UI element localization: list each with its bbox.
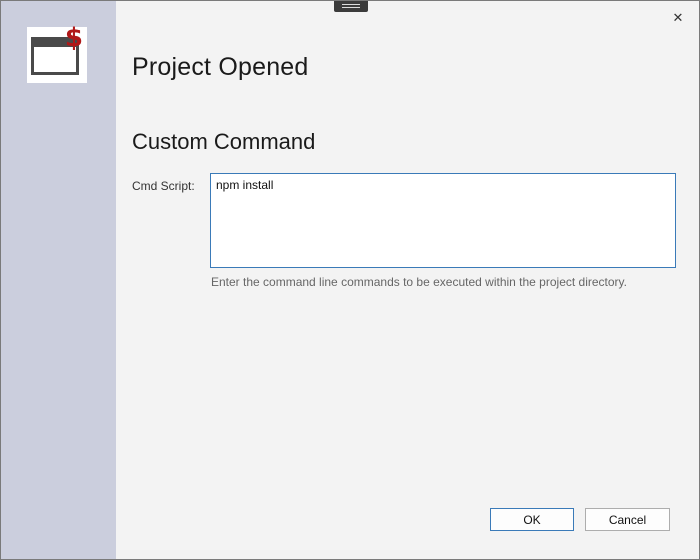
drag-handle[interactable] — [334, 1, 368, 12]
terminal-dollar-icon: $ — [27, 23, 87, 83]
section-title: Custom Command — [132, 129, 316, 154]
page-title: Project Opened — [132, 53, 309, 81]
dialog-window: $ ✕ Project Opened Custom Command Cmd Sc… — [0, 0, 700, 560]
close-icon: ✕ — [672, 10, 684, 26]
dollar-sign: $ — [64, 23, 83, 53]
ok-button[interactable]: OK — [490, 508, 574, 531]
cancel-button[interactable]: Cancel — [585, 508, 670, 531]
cmd-script-input[interactable]: npm install — [210, 173, 676, 268]
cmd-script-label: Cmd Script: — [132, 179, 195, 193]
close-button[interactable]: ✕ — [667, 7, 689, 29]
sidebar: $ — [1, 1, 116, 559]
cmd-script-hint: Enter the command line commands to be ex… — [211, 275, 627, 289]
